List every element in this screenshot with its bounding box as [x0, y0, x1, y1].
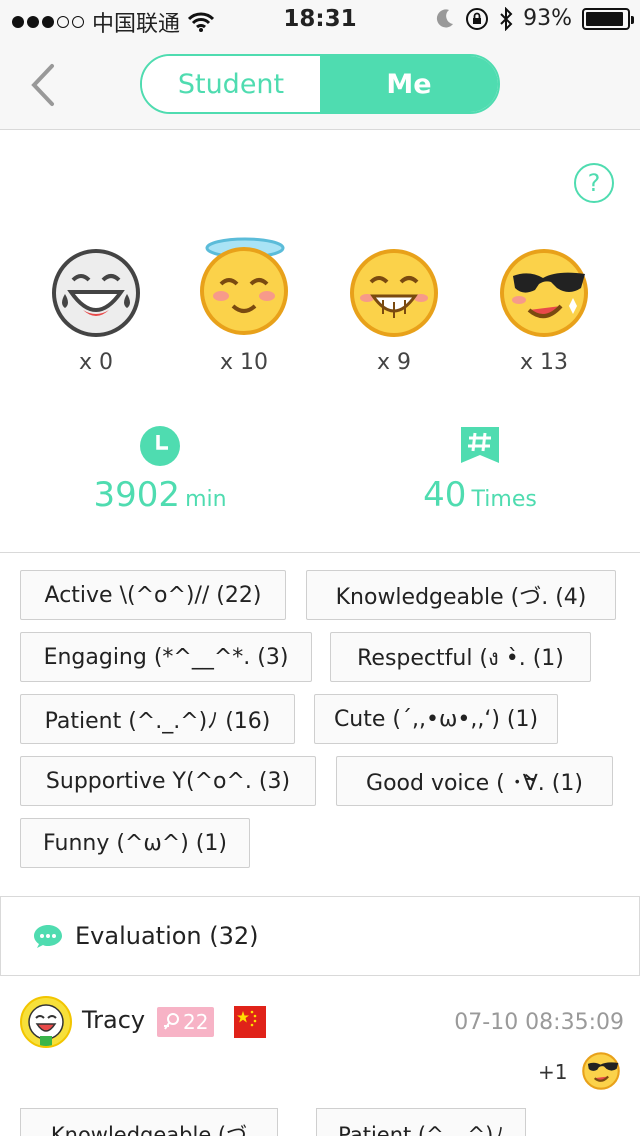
- angel-smile-icon: [200, 237, 288, 335]
- sunglasses-icon: [500, 249, 588, 337]
- female-icon: [164, 1013, 179, 1030]
- plus-one-label: +1: [538, 1060, 568, 1084]
- battery-percent: 93%: [523, 6, 572, 31]
- tag-chip[interactable]: Cute (´,,•ω•,,‘) (1): [314, 694, 558, 744]
- emoji-grin: x 9: [334, 240, 454, 375]
- emoji-count: x 0: [78, 350, 113, 375]
- minutes-value: 3902: [93, 475, 180, 515]
- badge-value: 22: [183, 1010, 209, 1034]
- section-divider: [0, 552, 640, 553]
- laughing-tears-icon: [52, 249, 140, 337]
- review-tag-chip: Patient (^._.^)ﾉ: [316, 1108, 526, 1136]
- tab-student[interactable]: Student: [142, 56, 320, 112]
- minutes-unit: min: [185, 487, 227, 512]
- emoji-count: x 10: [219, 350, 268, 375]
- avatar[interactable]: [20, 996, 72, 1048]
- grin-icon: [350, 249, 438, 337]
- status-right: 93%: [435, 6, 634, 31]
- tag-chip[interactable]: Supportive Y(^o^. (3): [20, 756, 316, 806]
- emoji-count: x 13: [519, 350, 568, 375]
- emoji-count: x 9: [376, 350, 411, 375]
- help-button[interactable]: ?: [574, 163, 614, 203]
- gender-level-badge: 22: [157, 1007, 215, 1037]
- minutes-stat: 3902 min: [40, 425, 280, 515]
- battery-fill: [586, 11, 624, 26]
- rotation-lock-icon: [466, 7, 489, 30]
- tag-chip[interactable]: Active \(^o^)// (22): [20, 570, 286, 620]
- times-stat: 40 Times: [360, 425, 600, 515]
- bluetooth-icon: [500, 6, 513, 31]
- times-line: 40 Times: [360, 475, 600, 515]
- china-flag-icon: [234, 1006, 266, 1038]
- segmented-control: Student Me: [140, 54, 500, 114]
- times-value: 40: [423, 475, 467, 515]
- review-tag-chip: Knowledgeable (づ: [20, 1108, 278, 1136]
- evaluation-label: Evaluation (32): [75, 922, 259, 950]
- times-unit: Times: [471, 487, 537, 512]
- tab-me[interactable]: Me: [320, 56, 498, 112]
- emoji-laughing: x 0: [36, 240, 156, 375]
- sunglasses-icon: [582, 1052, 620, 1090]
- tag-chip[interactable]: Respectful (ง •̀. (1): [330, 632, 591, 682]
- moon-icon: [437, 8, 454, 27]
- hashtag-icon: [461, 427, 499, 463]
- review-timestamp: 07-10 08:35:09: [454, 1010, 624, 1035]
- reviewer-name: Tracy: [82, 1006, 146, 1034]
- battery-icon: [582, 7, 634, 30]
- back-chevron-icon[interactable]: [24, 60, 64, 110]
- minutes-line: 3902 min: [40, 475, 280, 515]
- chat-bubble-icon: [34, 925, 62, 948]
- tag-chip[interactable]: Knowledgeable (づ. (4): [306, 570, 616, 620]
- avatar-face-icon: [28, 1004, 64, 1046]
- status-bar: 中国联通 18:31 93%: [0, 0, 640, 40]
- emoji-sunglasses: x 13: [484, 240, 604, 375]
- tag-chip[interactable]: Engaging (*^__^*. (3): [20, 632, 312, 682]
- evaluation-header[interactable]: Evaluation (32): [0, 896, 640, 976]
- emoji-angel: x 10: [184, 237, 304, 375]
- clock-icon: [140, 426, 180, 466]
- tag-chip[interactable]: Patient (^._.^)ﾉ (16): [20, 694, 295, 744]
- tag-chip[interactable]: Funny (^ω^) (1): [20, 818, 250, 868]
- tag-chip[interactable]: Good voice ( ･̀∀. (1): [336, 756, 613, 806]
- nav-bar: Student Me: [0, 40, 640, 130]
- emoji-rating-row: x 0 x 10 x 9 x 13: [0, 237, 640, 380]
